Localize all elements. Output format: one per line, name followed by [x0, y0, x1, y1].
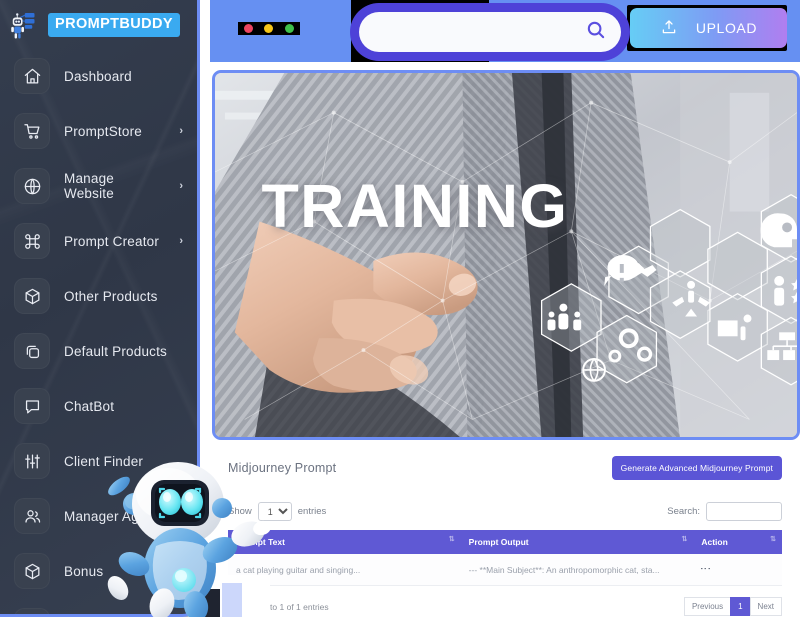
sidebar-item-support[interactable]: Support [0, 602, 197, 614]
search-icon[interactable] [585, 19, 607, 46]
sort-icon[interactable]: ⇅ [770, 536, 776, 544]
sidebar-menu: Dashboard PromptStore › Manage Website ›… [0, 52, 197, 614]
sidebar-item-other-products[interactable]: Other Products [0, 272, 197, 320]
column-label: Prompt Text [236, 537, 285, 547]
sidebar-item-promptstore[interactable]: PromptStore › [0, 107, 197, 155]
pagination-page-1[interactable]: 1 [730, 597, 751, 616]
table-row[interactable]: a cat playing guitar and singing... --- … [228, 554, 782, 586]
kebab-menu-icon[interactable]: ⋮ [699, 563, 711, 574]
chevron-right-icon: › [179, 235, 183, 247]
table-search-label: Search: [667, 506, 700, 517]
sidebar-item-client-finder[interactable]: Client Finder [0, 437, 197, 485]
table-head: Prompt Text ⇅ Prompt Output ⇅ Action ⇅ [228, 530, 782, 554]
sidebar-item-manage-website[interactable]: Manage Website › [0, 162, 197, 210]
table-body: a cat playing guitar and singing... --- … [228, 554, 782, 586]
window-traffic-lights [238, 22, 300, 35]
table-search-control: Search: [667, 502, 782, 521]
sidebar-item-dashboard[interactable]: Dashboard [0, 52, 197, 100]
users-icon [14, 498, 50, 534]
home-icon [14, 58, 50, 94]
sidebar-item-label: ChatBot [64, 398, 115, 414]
sort-icon[interactable]: ⇅ [681, 536, 687, 544]
table-controls: Show 102550100 entries Search: [228, 502, 782, 521]
sidebar-item-label: Manager Agency [64, 508, 169, 524]
sidebar-item-prompt-creator[interactable]: Prompt Creator › [0, 217, 197, 265]
upload-button-label: UPLOAD [695, 20, 758, 36]
show-label: Show [228, 506, 252, 517]
brand-name: PROMPTBUDDY [48, 13, 180, 37]
table-search-input[interactable] [706, 502, 782, 521]
sidebar-item-label: Default Products [64, 343, 167, 359]
sidebar-item-manager-agency[interactable]: Manager Agency [0, 492, 197, 540]
gift-box-icon [14, 553, 50, 589]
prompts-table: Prompt Text ⇅ Prompt Output ⇅ Action ⇅ a… [228, 530, 782, 586]
upload-icon [660, 18, 678, 39]
copy-icon [14, 333, 50, 369]
sidebar-item-label: Dashboard [64, 68, 132, 84]
pagination-previous[interactable]: Previous [683, 597, 732, 616]
midjourney-prompt-panel: Midjourney Prompt Generate Advanced Midj… [200, 440, 800, 617]
pagination-next[interactable]: Next [749, 597, 782, 616]
sidebar-item-label: Prompt Creator [64, 233, 160, 249]
search-input[interactable] [373, 24, 585, 40]
sliders-icon [14, 443, 50, 479]
robot-logo-icon [10, 10, 44, 40]
column-label: Action [701, 537, 728, 547]
page-length-control: Show 102550100 entries [228, 502, 326, 521]
column-header-prompt-text[interactable]: Prompt Text ⇅ [228, 530, 461, 554]
entries-label: entries [297, 506, 327, 517]
upload-button[interactable]: UPLOAD [630, 8, 787, 48]
hero-headline: TRAINING [261, 172, 569, 241]
sort-icon[interactable]: ⇅ [449, 536, 455, 544]
cell-action: ⋮ [693, 554, 782, 586]
window-minimize-dot[interactable] [264, 24, 274, 33]
sidebar-item-bonus[interactable]: Bonus [0, 547, 197, 595]
column-header-action[interactable]: Action ⇅ [693, 530, 782, 554]
sidebar-item-chatbot[interactable]: ChatBot [0, 382, 197, 430]
box-icon [14, 278, 50, 314]
cart-icon [14, 113, 50, 149]
page-length-select[interactable]: 102550100 [257, 502, 292, 521]
sidebar-item-label: PromptStore [64, 123, 142, 139]
sidebar: PROMPTBUDDY Dashboard PromptStore › Mana… [0, 0, 200, 617]
column-label: Prompt Output [468, 537, 529, 547]
sidebar-item-default-products[interactable]: Default Products [0, 327, 197, 375]
chevron-right-icon: › [179, 180, 183, 192]
lifebuoy-icon [14, 608, 50, 614]
chevron-right-icon: › [179, 125, 183, 137]
hero-banner: TRAINING [212, 70, 800, 440]
sidebar-item-label: Bonus [64, 563, 104, 579]
search-bar[interactable] [350, 3, 630, 61]
sidebar-item-label: Other Products [64, 288, 158, 304]
pagination: Previous 1 Next [683, 597, 782, 616]
column-header-prompt-output[interactable]: Prompt Output ⇅ [460, 530, 694, 554]
window-maximize-dot[interactable] [285, 24, 295, 33]
top-header: UPLOAD [210, 0, 800, 62]
table-footer: Showing 1 to 1 of 1 entries Previous 1 N… [228, 597, 782, 616]
globe-icon [14, 168, 50, 204]
sidebar-item-label: Manage Website [64, 171, 114, 201]
brand: PROMPTBUDDY [0, 0, 197, 46]
panel-header: Midjourney Prompt Generate Advanced Midj… [228, 456, 782, 480]
table-header-row: Prompt Text ⇅ Prompt Output ⇅ Action ⇅ [228, 530, 782, 554]
command-icon [14, 223, 50, 259]
cell-prompt-output: --- **Main Subject**: An anthropomorphic… [460, 554, 694, 586]
chat-icon [14, 388, 50, 424]
sidebar-item-label: Client Finder [64, 453, 144, 469]
window-close-dot[interactable] [243, 24, 253, 33]
hero-photo [215, 73, 797, 437]
generate-advanced-midjourney-prompt-button[interactable]: Generate Advanced Midjourney Prompt [611, 456, 782, 480]
panel-title: Midjourney Prompt [228, 461, 337, 475]
